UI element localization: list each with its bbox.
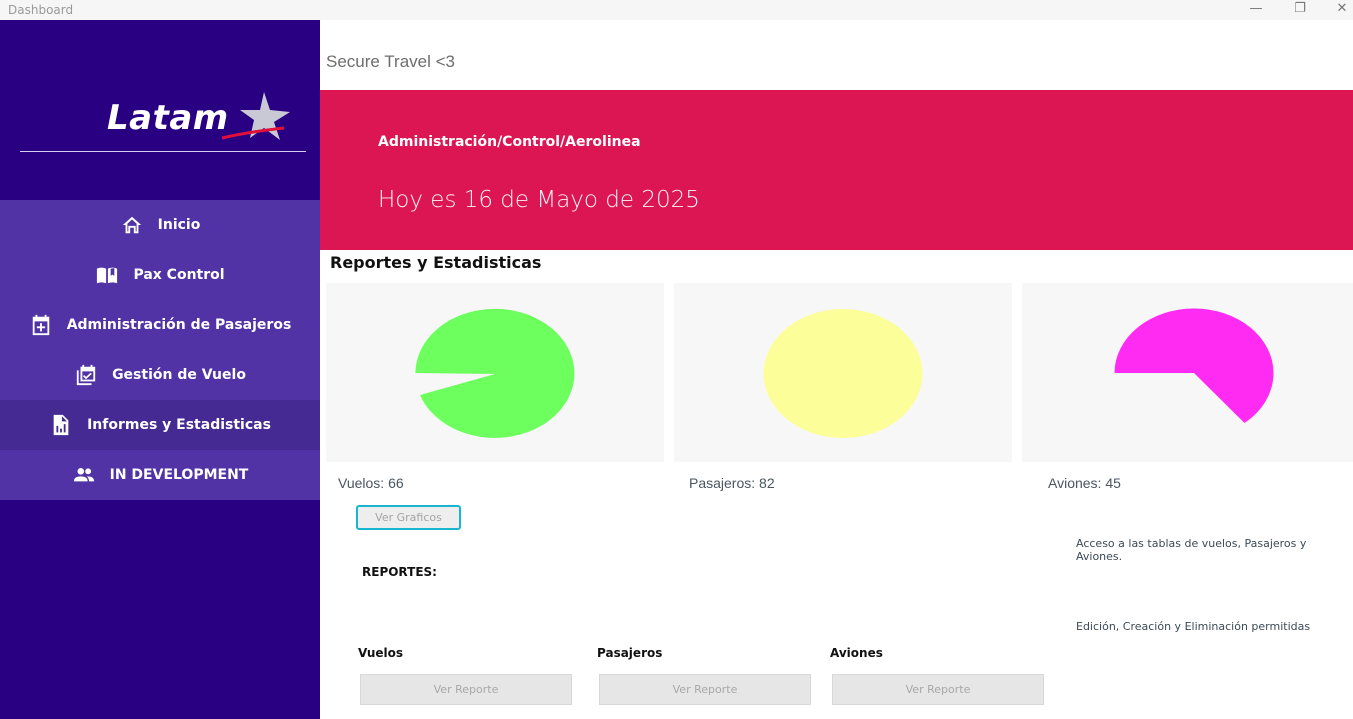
report-icon <box>49 413 73 437</box>
sidebar-item-label: Administración de Pasajeros <box>66 317 292 333</box>
sidebar-item-label: Gestión de Vuelo <box>112 367 246 383</box>
pasajeros-ver-reporte-button[interactable]: Ver Reporte <box>599 674 811 705</box>
header-banner: Administración/Control/Aerolinea Hoy es … <box>320 90 1353 250</box>
ver-graficos-button[interactable]: Ver Graficos <box>356 505 461 530</box>
sidebar-item-label: Inicio <box>157 217 201 233</box>
aviones-chart-card <box>1022 283 1353 462</box>
close-icon[interactable]: ✕ <box>1322 0 1353 20</box>
window-titlebar: Dashboard — ❐ ✕ <box>0 0 1353 20</box>
info-permissions-text: Edición, Creación y Eliminación permitid… <box>1076 620 1311 633</box>
pasajeros-stat: Pasajeros: 82 <box>689 475 775 491</box>
aviones-pie-chart <box>1114 308 1274 423</box>
window-title: Dashboard <box>8 3 74 17</box>
book-icon <box>95 263 119 287</box>
reportes-heading: REPORTES: <box>362 565 437 579</box>
aviones-report-label: Aviones <box>830 646 883 660</box>
sidebar-menu: Inicio Pax Control Administración de Pas… <box>0 200 320 500</box>
sidebar-item-label: Pax Control <box>133 267 225 283</box>
info-access-text: Acceso a las tablas de vuelos, Pasajeros… <box>1076 537 1307 563</box>
pasajeros-pie-slice <box>763 309 923 438</box>
vuelos-ver-reporte-button[interactable]: Ver Reporte <box>360 674 572 705</box>
sidebar-item-informes-estadisticas[interactable]: Informes y Estadisticas <box>0 400 320 450</box>
home-icon <box>120 213 144 237</box>
breadcrumb: Administración/Control/Aerolinea <box>378 134 641 150</box>
latam-star-icon <box>221 92 290 140</box>
sidebar-item-inicio[interactable]: Inicio <box>0 200 320 250</box>
vuelos-chart-card <box>326 283 664 462</box>
sidebar: Latam Inicio Pax Control Administración … <box>0 20 320 719</box>
calendar-check-icon <box>74 363 98 387</box>
section-title: Reportes y Estadisticas <box>330 253 542 272</box>
vuelos-pie-slice <box>415 308 575 438</box>
vuelos-report-label: Vuelos <box>358 646 404 660</box>
sidebar-item-label: Informes y Estadisticas <box>87 417 271 433</box>
logo-divider <box>20 151 306 152</box>
date-label: Hoy es 16 de Mayo de 2025 <box>378 187 700 213</box>
vuelos-pie-chart <box>415 308 575 438</box>
sidebar-item-in-development[interactable]: IN DEVELOPMENT <box>0 450 320 500</box>
aviones-stat: Aviones: 45 <box>1048 475 1121 491</box>
sidebar-item-administracion-pasajeros[interactable]: Administración de Pasajeros <box>0 300 320 350</box>
pasajeros-report-label: Pasajeros <box>597 646 663 660</box>
pasajeros-chart-card <box>674 283 1012 462</box>
vuelos-stat: Vuelos: 66 <box>338 475 404 491</box>
restore-icon[interactable]: ❐ <box>1280 0 1320 20</box>
calendar-plus-icon <box>29 313 53 337</box>
sidebar-item-pax-control[interactable]: Pax Control <box>0 250 320 300</box>
logo-text: Latam <box>107 98 229 138</box>
pasajeros-pie-chart <box>763 309 923 438</box>
minimize-icon[interactable]: — <box>1236 0 1276 20</box>
sidebar-item-label: IN DEVELOPMENT <box>109 467 249 483</box>
people-icon <box>72 463 96 487</box>
brand-title: Secure Travel <3 <box>326 52 455 71</box>
aviones-pie-slice <box>1114 308 1274 423</box>
sidebar-item-gestion-vuelo[interactable]: Gestión de Vuelo <box>0 350 320 400</box>
aviones-ver-reporte-button[interactable]: Ver Reporte <box>832 674 1044 705</box>
